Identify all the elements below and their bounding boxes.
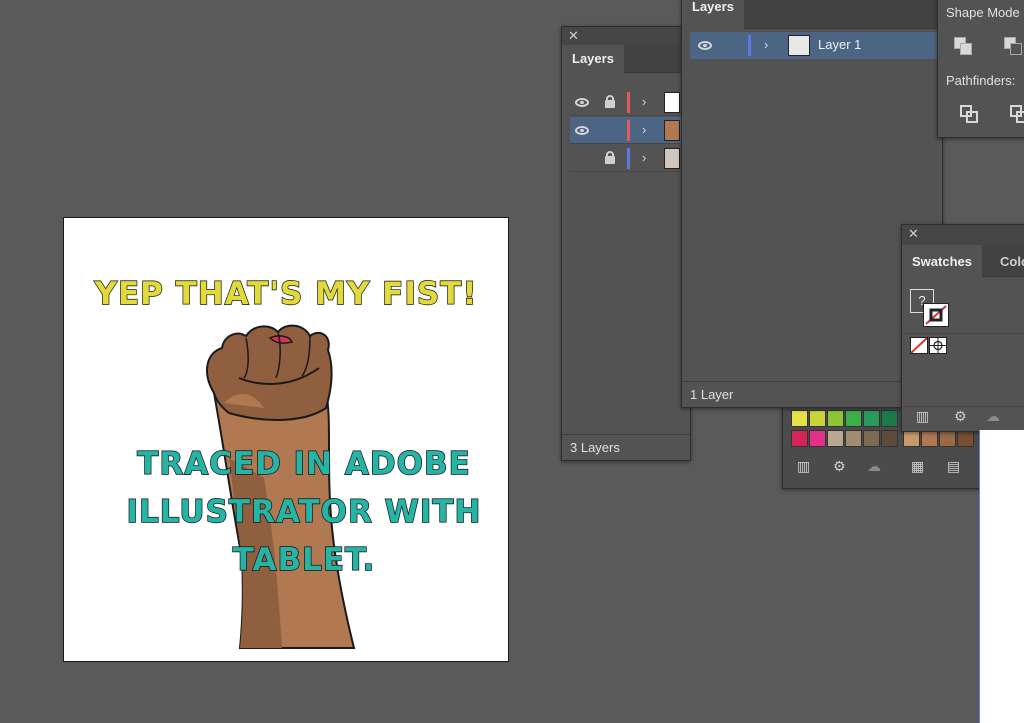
swatch-options-icon[interactable]: ⚙ — [954, 408, 967, 425]
art-body-line-2: ILLUSTRATOR WITH — [126, 493, 482, 530]
library-icon[interactable]: ▥ — [916, 408, 929, 425]
swatch[interactable] — [863, 430, 880, 447]
lock-icon[interactable] — [605, 95, 615, 108]
layer-thumbnail — [788, 35, 810, 56]
layer-color-bar — [627, 92, 630, 113]
divide-icon[interactable] — [958, 103, 980, 125]
layer-row[interactable]: › — [570, 89, 692, 116]
close-icon[interactable]: ✕ — [908, 226, 919, 242]
layer-color-bar — [627, 148, 630, 169]
eye-icon[interactable] — [698, 41, 712, 50]
layers-panel-back[interactable]: ✕ Layers › › › 3 Layers — [561, 26, 692, 461]
lock-icon[interactable] — [605, 151, 615, 164]
trim-icon[interactable] — [1008, 103, 1024, 125]
library-icon[interactable]: ▥ — [797, 458, 810, 475]
trash-icon[interactable]: ▤ — [947, 458, 960, 475]
swatch[interactable] — [939, 430, 956, 447]
pathfinder-panel[interactable]: Shape Mode Pathfinders: — [937, 0, 1024, 138]
grid-icon[interactable]: ▦ — [911, 458, 924, 475]
tab-bar: Swatches Colo — [902, 245, 1024, 278]
tab-color[interactable]: Colo — [990, 245, 1024, 273]
unite-icon[interactable] — [952, 35, 974, 57]
chevron-right-icon[interactable]: › — [764, 37, 768, 52]
swatch[interactable] — [827, 410, 844, 427]
close-icon[interactable]: ✕ — [568, 28, 579, 44]
art-body-line-3: TABLET. — [232, 541, 376, 578]
swatch[interactable] — [845, 430, 862, 447]
tab-bar: Layers — [682, 0, 942, 30]
swatch[interactable] — [827, 430, 844, 447]
swatches-panel[interactable]: ✕ Swatches Colo ? ▥ ⚙ ☁ — [901, 224, 1024, 432]
cloud-icon[interactable]: ☁ — [986, 408, 1000, 425]
shape-modes-label: Shape Mode — [946, 5, 1020, 20]
pathfinders-label: Pathfinders: — [946, 73, 1016, 88]
swatch[interactable] — [863, 410, 880, 427]
layer-thumbnail — [664, 148, 680, 169]
chevron-right-icon[interactable]: › — [642, 150, 646, 165]
layer-row[interactable]: › — [570, 117, 692, 144]
swatch[interactable] — [845, 410, 862, 427]
layer-color-bar — [627, 120, 630, 141]
swatch-options-icon[interactable]: ⚙ — [833, 458, 846, 475]
stroke-indicator[interactable] — [923, 303, 949, 327]
divider — [902, 333, 1024, 334]
tab-swatches[interactable]: Swatches — [902, 245, 982, 278]
swatch[interactable] — [791, 430, 808, 447]
art-body-text: TRACED IN ADOBE ILLUSTRATOR WITH TABLET. — [84, 440, 508, 584]
tab-bar: Layers — [562, 45, 690, 74]
art-body-line-1: TRACED IN ADOBE — [136, 445, 471, 482]
swatch[interactable] — [903, 430, 920, 447]
layer-color-bar — [748, 35, 751, 56]
divider — [902, 406, 1024, 407]
layer-thumbnail — [664, 92, 680, 113]
layer-thumbnail — [664, 120, 680, 141]
layer-name[interactable]: Layer 1 — [818, 37, 861, 52]
eye-icon[interactable] — [575, 126, 589, 135]
chevron-right-icon[interactable]: › — [642, 94, 646, 109]
artboard[interactable]: YEP THAT'S MY FIST! TRACED IN ADOBE ILLU… — [63, 217, 509, 662]
cloud-icon[interactable]: ☁ — [867, 458, 881, 475]
swatch[interactable] — [881, 410, 898, 427]
document-edge — [979, 430, 1024, 723]
swatch[interactable] — [921, 430, 938, 447]
swatch[interactable] — [881, 430, 898, 447]
panel-header[interactable]: ✕ — [562, 27, 690, 45]
swatch[interactable] — [809, 410, 826, 427]
eye-icon[interactable] — [575, 98, 589, 107]
chevron-right-icon[interactable]: › — [642, 122, 646, 137]
registration-swatch[interactable] — [929, 337, 947, 354]
layer-row-layer-1[interactable]: › Layer 1 — [690, 32, 944, 59]
none-swatch[interactable] — [910, 337, 928, 354]
panel-header[interactable]: ✕ — [902, 225, 1024, 245]
layer-row[interactable]: › — [570, 145, 692, 172]
swatch[interactable] — [957, 430, 974, 447]
tab-layers[interactable]: Layers — [562, 45, 624, 74]
swatch[interactable] — [809, 430, 826, 447]
swatch[interactable] — [791, 410, 808, 427]
tab-layers[interactable]: Layers — [682, 0, 744, 30]
layers-count: 3 Layers — [562, 434, 690, 460]
minus-front-icon[interactable] — [1002, 35, 1024, 57]
